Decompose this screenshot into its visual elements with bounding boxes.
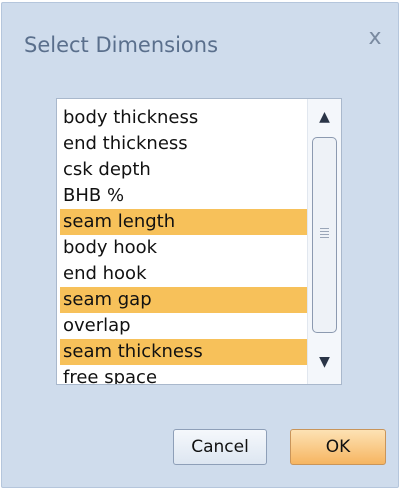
list-item[interactable]: end thickness bbox=[60, 131, 307, 157]
close-icon[interactable]: x bbox=[362, 25, 388, 51]
scroll-down-arrow-icon[interactable]: ▼ bbox=[308, 350, 341, 374]
list-item[interactable]: seam gap bbox=[60, 287, 307, 313]
title-bar: Select Dimensions x bbox=[2, 3, 398, 81]
list-item[interactable]: end hook bbox=[60, 261, 307, 287]
list-item[interactable]: csk depth bbox=[60, 157, 307, 183]
list-item[interactable]: overlap bbox=[60, 313, 307, 339]
dialog-title: Select Dimensions bbox=[24, 33, 219, 57]
scrollbar-thumb[interactable] bbox=[312, 137, 337, 333]
list-item[interactable]: BHB % bbox=[60, 183, 307, 209]
list-item[interactable]: seam thickness bbox=[60, 339, 307, 365]
scroll-up-arrow-icon[interactable]: ▲ bbox=[308, 105, 341, 129]
list-item[interactable]: body thickness bbox=[60, 105, 307, 131]
list-item[interactable]: body hook bbox=[60, 235, 307, 261]
dimensions-list: body thickness end thickness csk depth B… bbox=[60, 105, 307, 384]
select-dimensions-dialog: Select Dimensions x body thickness end t… bbox=[1, 2, 399, 488]
cancel-button[interactable]: Cancel bbox=[173, 429, 267, 465]
ok-button[interactable]: OK bbox=[290, 429, 386, 465]
grip-icon bbox=[320, 228, 329, 240]
list-item[interactable]: seam length bbox=[60, 209, 307, 235]
list-item[interactable]: free space bbox=[60, 365, 307, 384]
dimensions-listbox[interactable]: body thickness end thickness csk depth B… bbox=[56, 98, 342, 385]
vertical-scrollbar[interactable]: ▲ ▼ bbox=[307, 99, 341, 384]
